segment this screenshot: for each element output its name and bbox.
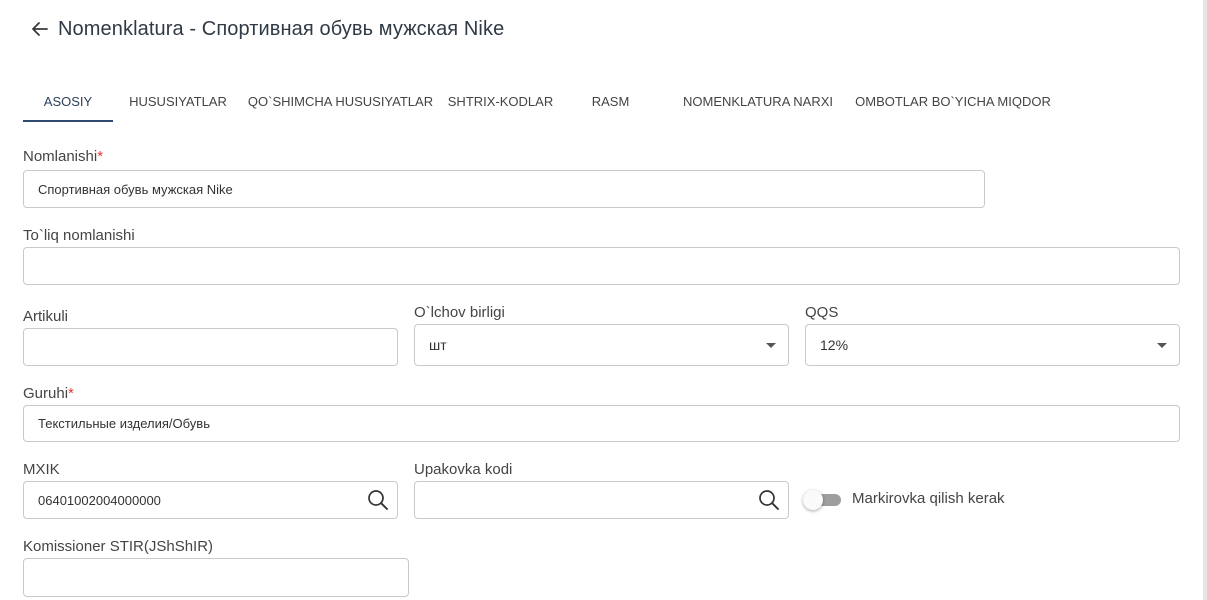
tab-rasm[interactable]: RASM — [563, 80, 658, 122]
group-input[interactable] — [24, 406, 1179, 441]
chevron-down-icon — [766, 343, 776, 348]
mxik-label: MXIK — [23, 461, 60, 478]
tab-nomenklatura-narxi[interactable]: NOMENKLATURA NARXI — [658, 80, 858, 122]
marking-toggle[interactable] — [803, 490, 841, 510]
mxik-field — [23, 481, 398, 519]
group-label-text: Guruhi — [23, 385, 69, 402]
unit-label: O`lchov birligi — [414, 304, 505, 321]
vat-label: QQS — [805, 304, 839, 321]
required-mark: * — [97, 148, 104, 165]
article-field — [23, 328, 398, 366]
commissioner-label: Komissioner STIR(JShShIR) — [23, 538, 214, 555]
tab-hususiyatlar[interactable]: HUSUSIYATLAR — [113, 80, 243, 122]
unit-select-value: шт — [429, 337, 447, 353]
full-name-field — [23, 247, 1180, 285]
name-input[interactable] — [24, 171, 984, 207]
search-icon[interactable] — [758, 489, 780, 511]
tab-shtrix-kodlar[interactable]: SHTRIX-KODLAR — [438, 80, 563, 122]
full-name-label: To`liq nomlanishi — [23, 227, 135, 244]
tab-qoshimcha-hususiyatlar[interactable]: QO`SHIMCHA HUSUSIYATLAR — [243, 80, 438, 122]
commissioner-field — [23, 558, 409, 597]
page-header: Nomenklatura - Спортивная обувь мужская … — [30, 14, 504, 44]
tab-asosiy[interactable]: ASOSIY — [23, 80, 113, 122]
toggle-knob — [803, 490, 823, 510]
article-input[interactable] — [24, 329, 397, 365]
article-label: Artikuli — [23, 308, 69, 325]
package-code-field — [414, 481, 789, 519]
commissioner-input[interactable] — [24, 559, 408, 596]
group-field — [23, 405, 1180, 442]
vat-select[interactable]: 12% — [805, 324, 1180, 366]
marking-toggle-label: Markirovka qilish kerak — [852, 490, 1005, 507]
mxik-input[interactable] — [24, 482, 397, 518]
tab-bar: ASOSIY HUSUSIYATLAR QO`SHIMCHA HUSUSIYAT… — [23, 80, 1051, 122]
required-mark: * — [68, 385, 74, 402]
name-label: Nomlanishi* — [23, 148, 103, 165]
scrollbar-edge — [1203, 0, 1207, 600]
tab-ombotlar-boyicha-miqdor[interactable]: OMBOTLAR BO`YICHA MIQDOR — [855, 80, 1051, 122]
group-label: Guruhi* — [23, 385, 74, 402]
package-code-input[interactable] — [415, 482, 788, 518]
full-name-input[interactable] — [24, 248, 1179, 284]
search-icon[interactable] — [367, 489, 389, 511]
name-field — [23, 170, 985, 208]
back-button[interactable] — [30, 19, 50, 39]
name-label-text: Nomlanishi — [23, 148, 98, 165]
vat-select-value: 12% — [820, 337, 849, 353]
chevron-down-icon — [1157, 343, 1167, 348]
unit-select[interactable]: шт — [414, 324, 789, 366]
package-code-label: Upakovka kodi — [414, 461, 513, 478]
arrow-left-icon — [32, 22, 48, 36]
page-title: Nomenklatura - Спортивная обувь мужская … — [58, 17, 505, 40]
